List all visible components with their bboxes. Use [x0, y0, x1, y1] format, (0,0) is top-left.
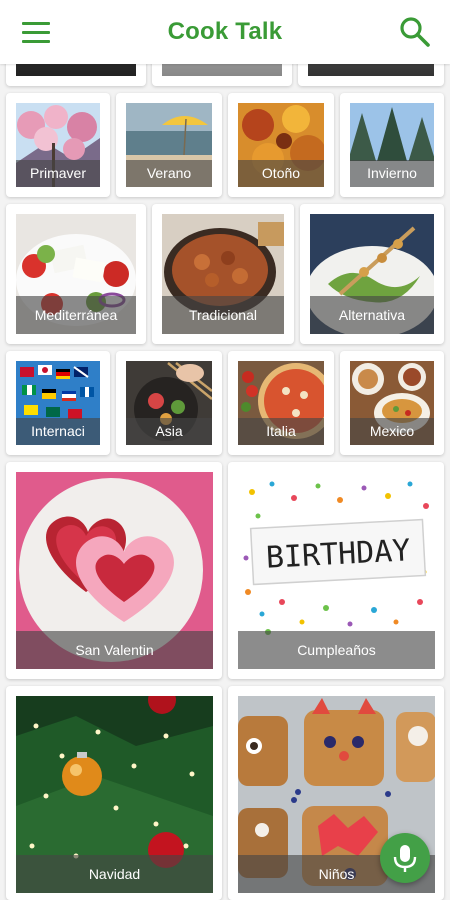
category-card-partial[interactable] — [6, 64, 146, 86]
microphone-button[interactable] — [380, 833, 430, 883]
birthday-photo: BIRTHDAY Cumpleaños — [238, 472, 435, 669]
app-title: Cook Talk — [167, 18, 283, 45]
app-bar: Cook Talk — [0, 0, 450, 64]
category-card-alternativa[interactable]: Alternativa — [300, 204, 444, 344]
spring-photo: Primaver — [16, 103, 100, 187]
category-label: Verano — [126, 160, 212, 187]
microphone-icon — [393, 845, 417, 872]
category-label: Invierno — [350, 160, 434, 187]
autumn-photo: Otoño — [238, 103, 324, 187]
mediterranean-photo: Mediterránea — [16, 214, 136, 334]
category-label: Internaci — [16, 418, 100, 445]
category-card-mexico[interactable]: Mexico — [340, 351, 444, 455]
category-card-navidad[interactable]: Navidad — [6, 686, 222, 900]
mexico-photo: Mexico — [350, 361, 434, 445]
category-card-internacional[interactable]: Internaci — [6, 351, 110, 455]
category-card-primavera[interactable]: Primaver — [6, 93, 110, 197]
category-card-partial[interactable] — [152, 64, 292, 86]
category-label: Asia — [126, 418, 212, 445]
category-card-invierno[interactable]: Invierno — [340, 93, 444, 197]
category-grid: Primaver Verano Otoño Invierno Mediterrá… — [0, 64, 450, 900]
category-card-otono[interactable]: Otoño — [228, 93, 334, 197]
category-card-partial[interactable] — [298, 64, 444, 86]
category-label: Primaver — [16, 160, 100, 187]
category-card-verano[interactable]: Verano — [116, 93, 222, 197]
category-card-san-valentin[interactable]: San Valentin — [6, 462, 222, 679]
asia-photo: Asia — [126, 361, 212, 445]
category-card-mediterranea[interactable]: Mediterránea — [6, 204, 146, 344]
category-label: Navidad — [16, 855, 213, 893]
winter-photo: Invierno — [350, 103, 434, 187]
category-label: Tradicional — [162, 296, 284, 334]
category-label: Otoño — [238, 160, 324, 187]
category-label: Alternativa — [310, 296, 434, 334]
category-label: Italia — [238, 418, 324, 445]
category-card-tradicional[interactable]: Tradicional — [152, 204, 294, 344]
alternative-photo: Alternativa — [310, 214, 434, 334]
search-icon[interactable] — [398, 15, 432, 49]
summer-photo: Verano — [126, 103, 212, 187]
category-card-asia[interactable]: Asia — [116, 351, 222, 455]
category-label: San Valentin — [16, 631, 213, 669]
category-card-cumpleanos[interactable]: BIRTHDAY Cumpleaños — [228, 462, 444, 679]
international-photo: Internaci — [16, 361, 100, 445]
category-card-italia[interactable]: Italia — [228, 351, 334, 455]
category-label: Mexico — [350, 418, 434, 445]
traditional-photo: Tradicional — [162, 214, 284, 334]
category-label: Cumpleaños — [238, 631, 435, 669]
christmas-photo: Navidad — [16, 696, 213, 893]
valentine-photo: San Valentin — [16, 472, 213, 669]
italy-photo: Italia — [238, 361, 324, 445]
category-label: Mediterránea — [16, 296, 136, 334]
